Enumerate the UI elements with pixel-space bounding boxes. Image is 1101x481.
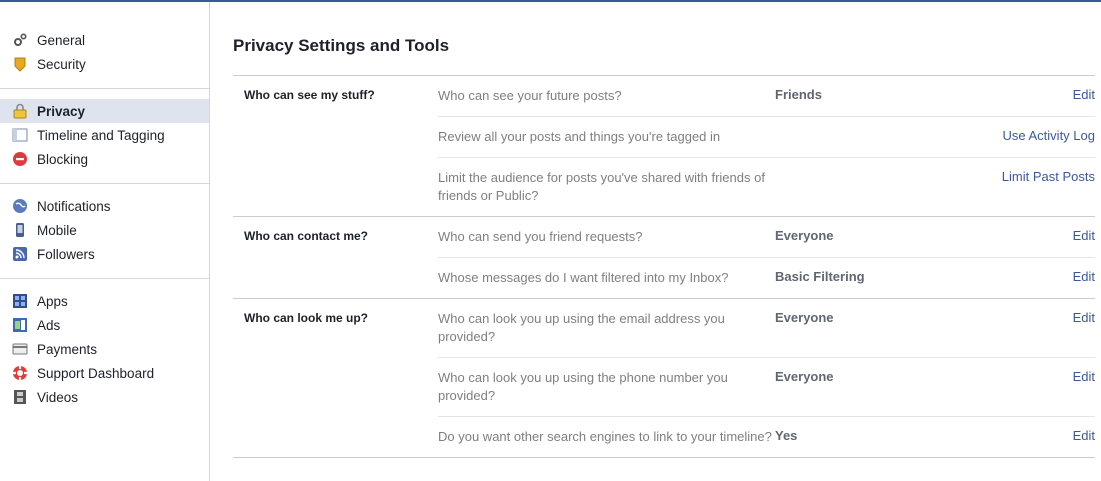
sidebar-divider <box>0 88 209 89</box>
settings-row: Limit the audience for posts you've shar… <box>438 157 1095 216</box>
sidebar-item-followers[interactable]: Followers <box>0 242 209 266</box>
settings-row: Do you want other search engines to link… <box>438 416 1095 457</box>
sidebar-item-label: General <box>37 32 86 48</box>
sidebar-item-general[interactable]: General <box>0 28 209 52</box>
section-who-can-contact: Who can contact me? Who can send you fri… <box>233 216 1095 298</box>
edit-link[interactable]: Edit <box>945 258 1095 298</box>
use-activity-log-link[interactable]: Use Activity Log <box>945 117 1096 157</box>
setting-value: Yes <box>775 428 798 443</box>
setting-value <box>775 117 945 157</box>
sidebar-group-apps: Apps Ads Payments Support Dashboard Vide… <box>0 289 209 415</box>
sidebar-item-label: Timeline and Tagging <box>37 127 165 143</box>
sidebar-divider <box>0 278 209 279</box>
sidebar-item-ads[interactable]: Ads <box>0 313 209 337</box>
setting-value <box>775 158 945 216</box>
edit-link[interactable]: Edit <box>945 299 1095 357</box>
sidebar-item-label: Followers <box>37 246 95 262</box>
sidebar-item-support-dashboard[interactable]: Support Dashboard <box>0 361 209 385</box>
page-title: Privacy Settings and Tools <box>233 36 450 55</box>
settings-row: Whose messages do I want filtered into m… <box>438 257 1095 298</box>
card-icon <box>12 341 28 357</box>
setting-question: Who can see your future posts? <box>438 88 622 103</box>
settings-row: Who can see your future posts? Friends E… <box>438 76 1095 116</box>
settings-sidebar: General Security Privacy Timeline and Ta… <box>0 2 210 481</box>
sidebar-item-label: Privacy <box>37 103 86 119</box>
sidebar-item-label: Mobile <box>37 222 77 238</box>
sidebar-item-label: Support Dashboard <box>37 365 155 381</box>
edit-link[interactable]: Edit <box>945 217 1095 257</box>
setting-question: Whose messages do I want filtered into m… <box>438 270 729 285</box>
sidebar-item-privacy[interactable]: Privacy <box>0 99 209 123</box>
setting-question: Limit the audience for posts you've shar… <box>438 170 765 203</box>
gears-icon <box>12 32 28 48</box>
globe-icon <box>12 198 28 214</box>
sidebar-item-security[interactable]: Security <box>0 52 209 76</box>
sidebar-divider <box>0 183 209 184</box>
main-content: Privacy Settings and Tools Who can see m… <box>233 2 1095 458</box>
phone-icon <box>12 222 28 238</box>
setting-value: Friends <box>775 87 822 102</box>
film-icon <box>12 389 28 405</box>
sidebar-item-label: Videos <box>37 389 79 405</box>
lifebuoy-icon <box>12 365 28 381</box>
edit-link[interactable]: Edit <box>945 76 1095 116</box>
sidebar-item-timeline-and-tagging[interactable]: Timeline and Tagging <box>0 123 209 147</box>
setting-question: Who can send you friend requests? <box>438 229 643 244</box>
setting-question: Who can look you up using the phone numb… <box>438 370 728 403</box>
setting-value: Basic Filtering <box>775 269 865 284</box>
sidebar-item-label: Security <box>37 56 86 72</box>
section-label: Who can contact me? <box>244 229 369 243</box>
sidebar-item-label: Notifications <box>37 198 111 214</box>
ads-icon <box>12 317 28 333</box>
rss-icon <box>12 246 28 262</box>
sidebar-group-notifications: Notifications Mobile Followers <box>0 194 209 272</box>
edit-link[interactable]: Edit <box>945 417 1095 457</box>
section-label: Who can look me up? <box>244 311 369 325</box>
sidebar-item-label: Blocking <box>37 151 89 167</box>
sidebar-group-privacy: Privacy Timeline and Tagging Blocking <box>0 99 209 177</box>
block-icon <box>12 151 28 167</box>
settings-row: Review all your posts and things you're … <box>438 116 1095 157</box>
sidebar-item-mobile[interactable]: Mobile <box>0 218 209 242</box>
sidebar-item-apps[interactable]: Apps <box>0 289 209 313</box>
sidebar-item-label: Ads <box>37 317 61 333</box>
setting-question: Who can look you up using the email addr… <box>438 311 725 344</box>
settings-row: Who can look you up using the email addr… <box>438 299 1095 357</box>
edit-link[interactable]: Edit <box>945 358 1095 416</box>
section-who-can-see: Who can see my stuff? Who can see your f… <box>233 75 1095 216</box>
lock-icon <box>12 103 28 119</box>
section-label: Who can see my stuff? <box>244 88 375 102</box>
setting-value: Everyone <box>775 369 834 384</box>
timeline-icon <box>12 127 28 143</box>
settings-row: Who can look you up using the phone numb… <box>438 357 1095 416</box>
sidebar-item-payments[interactable]: Payments <box>0 337 209 361</box>
apps-icon <box>12 293 28 309</box>
sidebar-item-label: Payments <box>37 341 98 357</box>
sidebar-item-videos[interactable]: Videos <box>0 385 209 409</box>
section-who-can-look-up: Who can look me up? Who can look you up … <box>233 298 1095 458</box>
setting-value: Everyone <box>775 228 834 243</box>
settings-row: Who can send you friend requests? Everyo… <box>438 217 1095 257</box>
setting-question: Do you want other search engines to link… <box>438 429 772 444</box>
badge-icon <box>12 56 28 72</box>
setting-question: Review all your posts and things you're … <box>438 129 721 144</box>
sidebar-item-label: Apps <box>37 293 68 309</box>
sidebar-item-notifications[interactable]: Notifications <box>0 194 209 218</box>
sidebar-group-account: General Security <box>0 28 209 82</box>
setting-value: Everyone <box>775 310 834 325</box>
sidebar-item-blocking[interactable]: Blocking <box>0 147 209 171</box>
limit-past-posts-link[interactable]: Limit Past Posts <box>945 158 1095 216</box>
